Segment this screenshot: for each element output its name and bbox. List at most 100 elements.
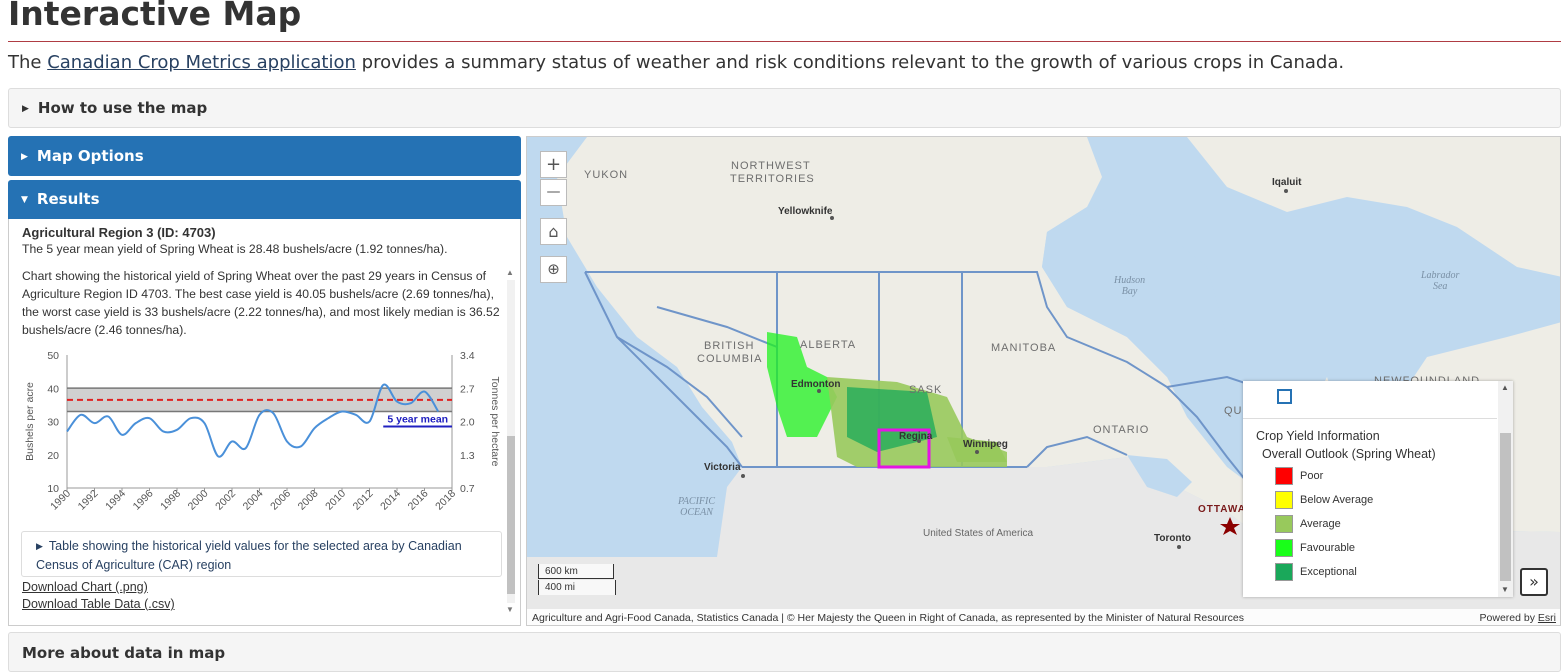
how-to-use-text: How to use the map <box>37 99 208 117</box>
x-tick-label: 2006 <box>268 488 293 513</box>
scroll-up-icon[interactable]: ▲ <box>1501 383 1509 392</box>
legend-swatch <box>1275 467 1293 485</box>
table-toggle[interactable]: ▶ Table showing the historical yield valu… <box>21 531 502 577</box>
scroll-down-icon[interactable]: ▼ <box>506 605 514 614</box>
label-nwt-2: TERRITORIES <box>730 173 815 185</box>
x-tick-label: 1998 <box>158 488 183 513</box>
download-table-link[interactable]: Download Table Data (.csv) <box>22 597 175 611</box>
y-tick-label: 20 <box>47 450 59 462</box>
label-bc-2: COLUMBIA <box>697 353 763 365</box>
zoom-out-button[interactable]: — <box>540 179 567 206</box>
city-regina: Regina <box>899 431 933 442</box>
label-united-states: United States of America <box>923 528 1034 539</box>
map-view[interactable]: YUKON NORTHWEST TERRITORIES BRITISH COLU… <box>526 136 1561 626</box>
map-options-label: ▶ Map Options <box>21 147 144 165</box>
legend-label: Exceptional <box>1300 566 1357 578</box>
y2-tick-label: 3.4 <box>460 350 475 362</box>
scale-km: 600 km <box>538 564 614 579</box>
chart-description: Chart showing the historical yield of Sp… <box>22 269 500 337</box>
y-tick-label: 40 <box>47 383 59 395</box>
legend-subtitle: Overall Outlook (Spring Wheat) <box>1262 447 1436 461</box>
y-tick-label: 30 <box>47 417 59 429</box>
y2-tick-label: 0.7 <box>460 483 475 495</box>
label-hudson-1: Hudson <box>1114 275 1146 286</box>
x-tick-label: 2010 <box>323 488 348 513</box>
label-quebec: QU <box>1224 405 1243 417</box>
label-labrador-1: Labrador <box>1421 270 1460 281</box>
table-toggle-label: ▶ Table showing the historical yield valu… <box>36 537 486 574</box>
label-labrador-2: Sea <box>1432 281 1448 292</box>
y2-tick-label: 2.7 <box>460 383 475 395</box>
label-yukon: YUKON <box>584 169 629 181</box>
x-tick-label: 2018 <box>433 488 458 513</box>
label-pacific-2: OCEAN <box>680 507 713 518</box>
scroll-down-icon[interactable]: ▼ <box>1501 585 1509 594</box>
label-manitoba: MANITOBA <box>991 342 1057 354</box>
map-options-accordion[interactable]: ▶ Map Options <box>8 136 521 176</box>
zoom-in-button[interactable]: + <box>540 151 567 178</box>
map-attribution: Agriculture and Agri-Food Canada, Statis… <box>527 609 1560 625</box>
intro-prefix: The <box>8 52 48 73</box>
how-to-use-label: ▶ How to use the map <box>22 99 207 117</box>
collapse-triangle-icon: ▼ <box>21 195 28 205</box>
x-tick-label: 1994 <box>103 488 128 513</box>
y-tick-label: 10 <box>47 483 59 495</box>
legend-swatch <box>1275 515 1293 533</box>
powered-by: Powered by Esri <box>1479 609 1556 625</box>
expand-legend-button[interactable]: » <box>1520 568 1548 596</box>
crop-metrics-link[interactable]: Canadian Crop Metrics application <box>47 52 356 73</box>
legend-label: Poor <box>1300 470 1324 482</box>
powered-by-text: Powered by <box>1479 612 1538 624</box>
city-winnipeg: Winnipeg <box>963 439 1008 450</box>
results-content: Agricultural Region 3 (ID: 4703) The 5 y… <box>22 224 505 339</box>
y2-tick-label: 1.3 <box>460 450 475 462</box>
intro-suffix: provides a summary status of weather and… <box>355 52 1345 73</box>
attribution-text: Agriculture and Agri-Food Canada, Statis… <box>532 612 1244 624</box>
legend-checkbox[interactable] <box>1277 389 1292 404</box>
home-button[interactable]: ⌂ <box>540 218 567 245</box>
y-axis-label: Bushels per acre <box>24 382 36 461</box>
label-alberta: ALBERTA <box>800 339 857 351</box>
legend-scrollbar[interactable]: ▲ ▼ <box>1498 381 1513 597</box>
city-toronto: Toronto <box>1154 533 1192 544</box>
x-tick-label: 2002 <box>213 488 238 513</box>
results-text: Results <box>36 190 100 208</box>
table-toggle-text: Table showing the historical yield value… <box>36 539 462 572</box>
legend-swatch <box>1275 539 1293 557</box>
legend-label: Average <box>1300 518 1341 530</box>
scale-bar: 600 km 400 mi <box>538 564 616 597</box>
legend-swatch <box>1275 491 1293 509</box>
more-about-label: More about data in map <box>22 644 226 662</box>
expand-triangle-icon: ▶ <box>36 541 43 551</box>
city-victoria: Victoria <box>704 462 741 473</box>
legend-title: Crop Yield Information <box>1256 429 1380 443</box>
x-tick-label: 2004 <box>241 488 266 513</box>
legend-scroll-thumb[interactable] <box>1500 433 1511 581</box>
zoom-extent-button[interactable]: ⊕ <box>540 256 567 283</box>
label-hudson-bay: Hudson Bay <box>1114 275 1145 297</box>
more-about-accordion[interactable]: More about data in map <box>8 632 1561 672</box>
results-accordion[interactable]: ▼ Results <box>8 180 521 219</box>
label-ontario: ONTARIO <box>1093 424 1150 436</box>
expand-triangle-icon: ▶ <box>22 104 29 114</box>
label-nwt-1: NORTHWEST <box>731 160 811 172</box>
x-tick-label: 2000 <box>186 488 211 513</box>
download-chart-link[interactable]: Download Chart (.png) <box>22 580 148 594</box>
legend-panel: Crop Yield Information Overall Outlook (… <box>1243 381 1513 597</box>
esri-link[interactable]: Esri <box>1538 612 1556 624</box>
how-to-use-accordion[interactable]: ▶ How to use the map <box>8 88 1561 128</box>
legend-swatch <box>1275 563 1293 581</box>
x-tick-label: 2016 <box>406 488 431 513</box>
map-options-text: Map Options <box>36 147 144 165</box>
results-label: ▼ Results <box>21 190 100 208</box>
title-rule <box>8 41 1561 42</box>
legend-label: Below Average <box>1300 494 1374 506</box>
scroll-up-icon[interactable]: ▲ <box>506 268 514 277</box>
scale-mi: 400 mi <box>538 580 616 595</box>
y2-tick-label: 2.0 <box>460 417 475 429</box>
x-tick-label: 2014 <box>378 488 403 513</box>
city-ottawa: OTTAWA <box>1198 504 1247 515</box>
label-sask: SASK <box>909 384 943 396</box>
y-tick-label: 50 <box>47 350 59 362</box>
label-hudson-2: Bay <box>1121 286 1138 297</box>
